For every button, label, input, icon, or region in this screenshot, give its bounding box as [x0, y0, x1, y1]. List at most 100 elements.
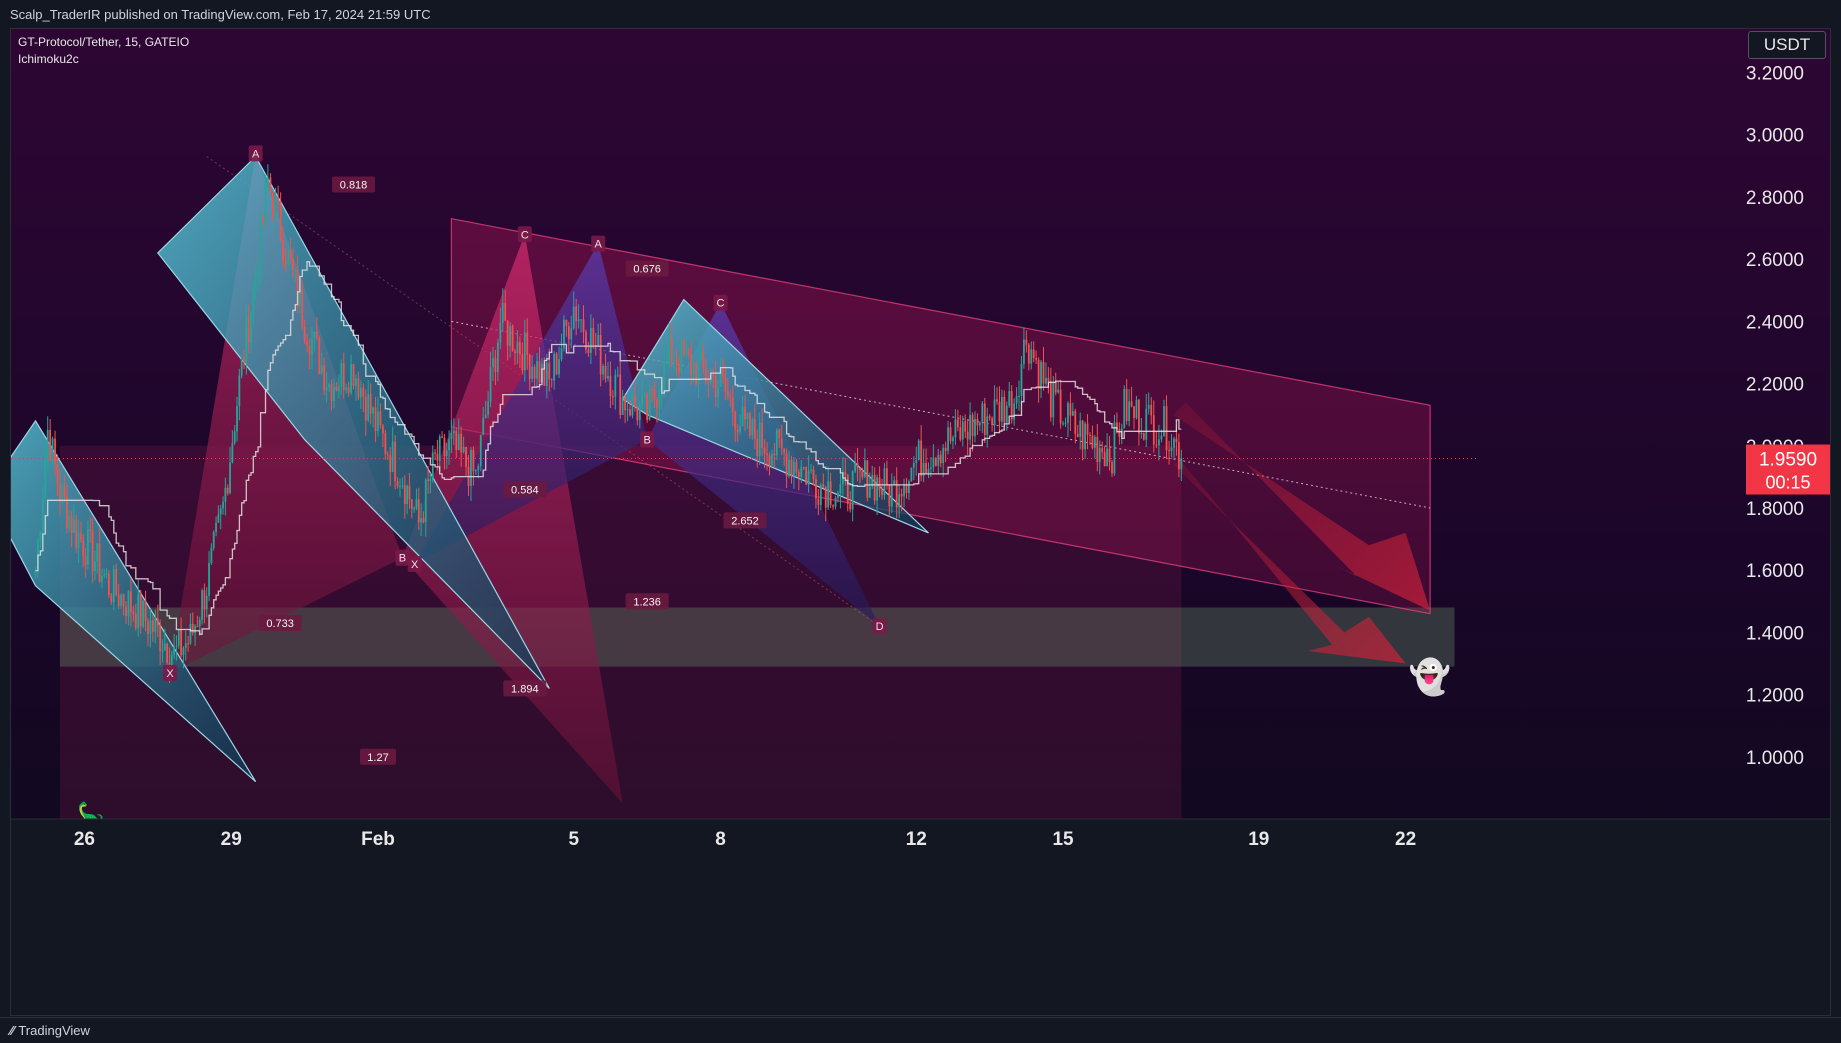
candle-body	[112, 568, 115, 603]
candle-body	[1020, 363, 1023, 397]
candle-body	[182, 647, 185, 656]
candle-body	[881, 490, 883, 495]
candle-body	[1155, 444, 1158, 446]
candle-body	[587, 349, 590, 353]
candle-body	[243, 357, 245, 363]
price-tick-label: 3.0000	[1746, 126, 1804, 147]
candle-body	[974, 418, 976, 437]
candle-body	[422, 518, 425, 523]
candle-body	[800, 466, 803, 477]
candle-body	[570, 328, 573, 340]
candle-body	[474, 470, 477, 472]
candle-body	[217, 514, 220, 523]
candle-body	[886, 468, 888, 486]
candle-body	[377, 411, 379, 432]
candle-body	[345, 387, 348, 391]
candle-body	[861, 470, 864, 477]
candle-body	[966, 431, 969, 440]
candle-body	[445, 450, 448, 457]
candle-body	[619, 374, 622, 415]
candle-body	[695, 362, 697, 385]
price-chart[interactable]: AXBXCACBD0.8180.6760.5842.6521.2360.7331…	[11, 29, 1830, 1015]
tradingview-logo-icon[interactable]: ⁄⁄	[10, 1023, 14, 1038]
candle-body	[196, 626, 199, 628]
candle-body	[80, 533, 82, 540]
fib-ratio-label: 0.676	[633, 263, 661, 275]
candle-body	[417, 499, 420, 523]
candle-body	[1001, 396, 1003, 422]
candle-body	[893, 480, 896, 485]
candle-body	[61, 485, 64, 502]
candle-body	[399, 485, 401, 487]
candle-body	[66, 497, 68, 529]
candle-body	[670, 338, 673, 363]
candle-body	[91, 531, 94, 572]
candle-body	[614, 375, 617, 397]
candle-body	[257, 273, 260, 278]
candle-body	[96, 543, 99, 562]
candle-body	[1084, 423, 1086, 450]
candle-body	[233, 431, 236, 444]
candle-body	[420, 518, 423, 523]
candle-body	[1071, 411, 1074, 416]
candle	[934, 456, 937, 467]
time-tick-label: Feb	[361, 829, 395, 850]
candle-body	[477, 466, 480, 471]
candle	[511, 324, 514, 352]
candle-body	[1052, 381, 1055, 418]
published-text: Scalp_TraderIR published on TradingView.…	[10, 6, 431, 22]
candle-body	[656, 399, 658, 408]
candle-body	[937, 454, 940, 466]
candle-body	[372, 407, 375, 414]
candle-body	[208, 563, 210, 596]
candle-body	[846, 474, 849, 504]
candle-body	[673, 360, 675, 363]
candle-body	[567, 326, 570, 340]
candle-body	[394, 441, 397, 482]
candle-body	[367, 394, 370, 421]
candle-body	[1177, 442, 1180, 470]
candle-body	[355, 378, 357, 387]
candle-body	[408, 485, 411, 500]
candle-body	[1111, 462, 1113, 474]
candle-body	[465, 446, 467, 468]
candle-body	[203, 590, 206, 610]
candle-body	[575, 306, 578, 322]
candle-body	[415, 499, 418, 509]
candle-body	[215, 522, 217, 533]
chart-frame[interactable]: A X B X C A C B D 0.818 0.676 0.584 2.652 1.236 0.733 1…	[10, 28, 1831, 1016]
indicator-name[interactable]: Ichimoku2c	[18, 51, 189, 68]
currency-button[interactable]: USDT	[1748, 31, 1826, 59]
candle-body	[264, 183, 267, 221]
candle-body	[41, 497, 44, 531]
candle-body	[247, 317, 250, 343]
symbol-line: GT-Protocol/Tether, 15, GATEIO	[18, 35, 190, 49]
candle-body	[122, 594, 125, 607]
candle-body	[369, 394, 372, 414]
candle-body	[107, 573, 110, 596]
candle-body	[697, 360, 700, 385]
candle-body	[89, 529, 92, 532]
candle-body	[504, 303, 507, 321]
candle-body	[528, 354, 531, 379]
candle	[75, 514, 78, 553]
candle-body	[457, 433, 460, 451]
candle-body	[876, 477, 879, 501]
footer-brand[interactable]: TradingView	[18, 1023, 90, 1038]
candle-body	[1125, 388, 1128, 422]
candle-body	[1147, 404, 1150, 409]
candle-body	[1130, 401, 1133, 407]
candle-body	[771, 453, 773, 466]
candle-body	[180, 629, 183, 656]
candle-body	[479, 434, 482, 467]
candle-body	[49, 429, 52, 462]
candle-body	[82, 539, 85, 557]
candle-body	[665, 361, 668, 363]
candle-body	[969, 414, 971, 440]
candle-body	[342, 363, 345, 391]
candle	[775, 427, 778, 461]
candle-body	[514, 351, 516, 354]
candle-body	[452, 430, 455, 434]
candle-body	[282, 240, 285, 261]
candle-body	[589, 327, 592, 353]
